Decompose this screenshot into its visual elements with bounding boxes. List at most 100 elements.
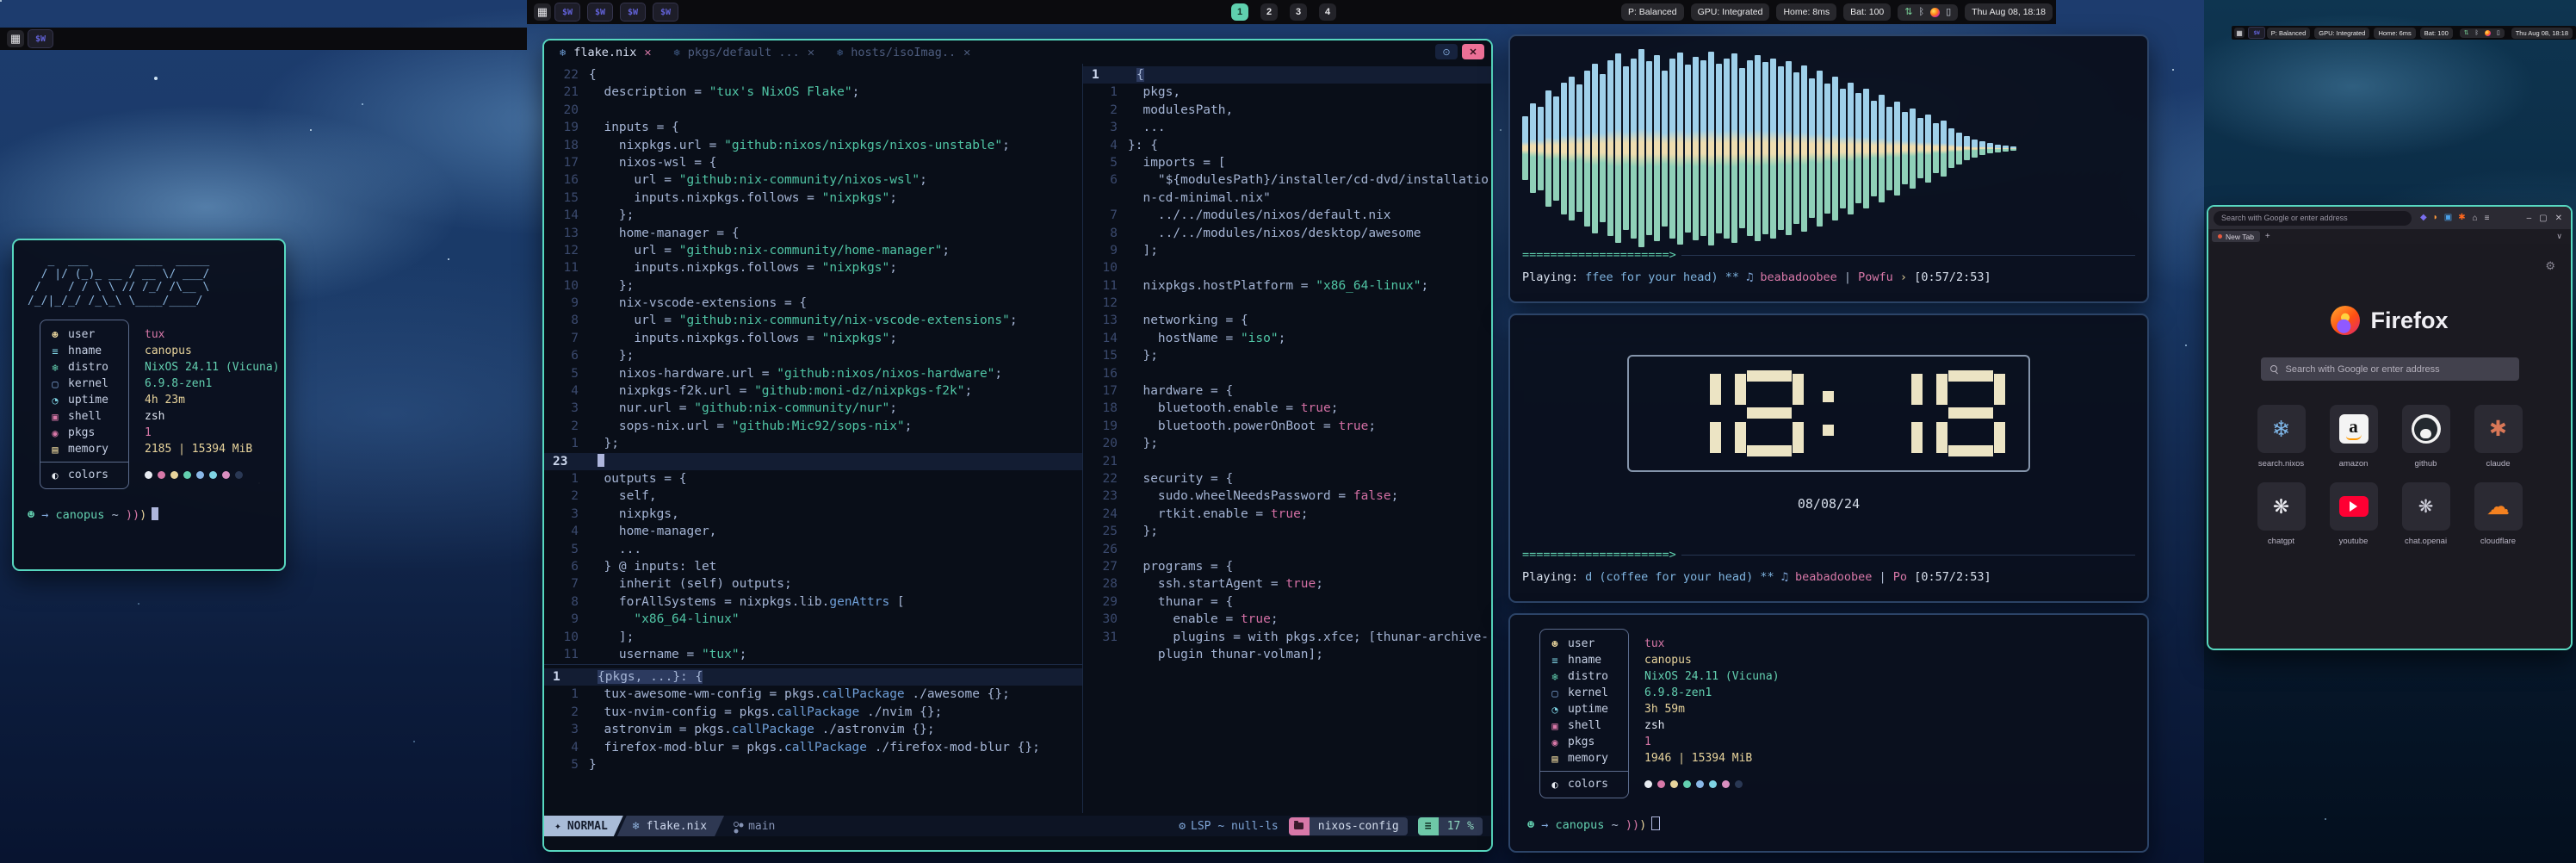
status-pill[interactable]: P: Balanced	[2267, 28, 2310, 39]
app-launcher-button[interactable]: ▦	[534, 3, 551, 21]
close-button[interactable]: ✕	[2555, 214, 2562, 223]
tab-new-tab[interactable]: New Tab	[2212, 231, 2260, 242]
tag-list: $W $W $W $W	[554, 3, 678, 22]
vim-icon: ✦	[554, 820, 561, 833]
speed-dial-claude[interactable]: ✱claude	[2474, 405, 2523, 469]
speed-dial-cloudflare[interactable]: ☁cloudflare	[2474, 482, 2523, 546]
tag-button[interactable]: $W	[620, 3, 646, 22]
code-text: username = "tux";	[589, 646, 746, 663]
hname-icon: ≡	[1549, 655, 1561, 667]
tray-icon[interactable]: ⇅	[2464, 30, 2469, 36]
shell-prompt[interactable]: ☻ → canopus ~ )))	[26, 507, 272, 522]
minimize-button[interactable]: –	[2527, 214, 2532, 223]
split-flake-nix[interactable]: 22{21 description = "tux's NixOS Flake";…	[544, 66, 1082, 663]
speed-dial-tile[interactable]: ❋	[2257, 482, 2306, 531]
speed-dial-amazon[interactable]: aamazon	[2330, 405, 2378, 469]
clock-window[interactable]: 08/08/24 =====================> Playing:…	[1508, 314, 2149, 603]
eye-toggle-button[interactable]: ⊙	[1435, 44, 1458, 59]
new-tab-button[interactable]: +	[2265, 232, 2270, 241]
segment	[1911, 374, 1923, 405]
status-pill[interactable]: Bat: 100	[2420, 28, 2453, 39]
tray-icon[interactable]: ▯	[1946, 8, 1951, 17]
neovim-editor-window[interactable]: ❄flake.nix✕ ❄pkgs/default ...✕ ❄hosts/isoI…	[542, 39, 1493, 852]
code-text: enable = true;	[1128, 611, 1279, 628]
buffer-tab[interactable]: ❄flake.nix✕	[560, 46, 652, 59]
clock-pill[interactable]: Thu Aug 08, 18:18	[1965, 3, 2053, 21]
tray-icon[interactable]: ᛒ	[2475, 30, 2479, 36]
extension-icon[interactable]: ◗	[2433, 214, 2438, 222]
system-tray[interactable]: ⇅ ᛒ ▯	[2460, 28, 2505, 38]
speed-dial-chat-openai[interactable]: ❋chat.openai	[2402, 482, 2450, 546]
tab-list-chevron-icon[interactable]: ∨	[2556, 232, 2567, 241]
workspace-button[interactable]: 1	[1231, 3, 1248, 21]
tray-icon[interactable]: ᛒ	[1919, 8, 1925, 17]
tab-close-icon[interactable]: ✕	[963, 46, 970, 59]
tab-close-icon[interactable]: ✕	[808, 46, 814, 59]
clock-pill[interactable]: Thu Aug 08, 18:18	[2511, 28, 2573, 39]
buffer-tab[interactable]: ❄pkgs/default ...✕	[674, 46, 814, 59]
status-pill[interactable]: Home: 6ms	[2374, 28, 2415, 39]
tray-icon[interactable]: ⇅	[1904, 8, 1912, 17]
terminal-fetch-window[interactable]: _ ___ ____ _____ / |/ (_)_ __ / __ \/ __…	[12, 239, 286, 571]
speed-dial-tile[interactable]: ✱	[2474, 405, 2523, 453]
workspace-button[interactable]: 2	[1260, 3, 1278, 21]
status-pill[interactable]: Home: 8ms	[1776, 3, 1836, 21]
code-line: 12	[1083, 295, 1491, 312]
split-pkgs-default[interactable]: 1{pkgs, ...}: {1 tux-awesome-wm-config =…	[544, 668, 1082, 773]
speed-dial-chatgpt[interactable]: ❋chatgpt	[2257, 482, 2306, 546]
speed-dial-tile[interactable]: a	[2330, 405, 2378, 453]
tag-button[interactable]: $W	[587, 3, 613, 22]
shell-prompt[interactable]: ☻ → canopus ~ )))	[1526, 816, 2132, 832]
horizontal-split-divider[interactable]	[544, 664, 1082, 665]
code-text: };	[1128, 435, 1158, 452]
window-controls: – ▢ ✕	[2527, 214, 2566, 223]
extension-icon[interactable]: ✱	[2458, 214, 2465, 222]
speed-dial-tile[interactable]: ❄	[2257, 405, 2306, 453]
speed-dial-github[interactable]: github	[2402, 405, 2450, 469]
extension-icon[interactable]: ◆	[2420, 214, 2427, 222]
segment	[1793, 422, 1804, 453]
workspace-button[interactable]: 4	[1319, 3, 1336, 21]
menu-icon[interactable]: ≡	[2485, 214, 2490, 223]
app-launcher-button[interactable]: ▦	[2234, 28, 2245, 38]
buffer-tab[interactable]: ❄hosts/isoImag..✕	[837, 46, 970, 59]
prompt-part: )	[126, 508, 133, 522]
workspace-button[interactable]: 3	[1290, 3, 1307, 21]
tab-close-icon[interactable]: ✕	[644, 46, 651, 59]
url-bar[interactable]: Search with Google or enter address	[2214, 211, 2412, 226]
status-pill[interactable]: GPU: Integrated	[2314, 28, 2369, 39]
terminal-fetch-window-2[interactable]: ☻user≡hname❄distro▢kernel◔uptime▣shell◉p…	[1508, 613, 2149, 853]
speed-dial-tile[interactable]	[2402, 405, 2450, 453]
speed-dial-tile[interactable]: ☁	[2474, 482, 2523, 531]
close-buffer-button[interactable]: ✕	[1462, 44, 1484, 59]
speed-dial-youtube[interactable]: youtube	[2330, 482, 2378, 546]
prompt-part: canopus	[1556, 818, 1605, 832]
speed-dial-tile[interactable]: ❋	[2402, 482, 2450, 531]
split-hosts-iso[interactable]: 1{1 pkgs,2 modulesPath,3 ...4}: {5 impor…	[1083, 66, 1491, 663]
firefox-window[interactable]: Search with Google or enter address ◆ ◗ ▣ ✱…	[2207, 205, 2573, 650]
fetch-value: 2185 | 15394 MiB	[145, 441, 280, 457]
system-tray[interactable]: ⇅ ᛒ ▯	[1898, 4, 1958, 21]
maximize-button[interactable]: ▢	[2539, 214, 2547, 223]
status-pill[interactable]: P: Balanced	[1621, 3, 1684, 21]
extension-icon[interactable]: ▣	[2444, 214, 2452, 222]
speed-dial-tile[interactable]	[2330, 482, 2378, 531]
line-number: 9	[544, 295, 589, 312]
speed-dial-search-nixos[interactable]: ❄search.nixos	[2257, 405, 2306, 469]
line-number: 31	[1083, 629, 1128, 646]
app-launcher-button[interactable]: ▦	[7, 30, 24, 47]
tag-button[interactable]: $W	[28, 29, 53, 48]
line-number: 22	[544, 66, 589, 84]
newtab-search-input[interactable]: Search with Google or enter address	[2261, 357, 2519, 381]
tag-button[interactable]: $W	[653, 3, 678, 22]
tag-button[interactable]: $W	[554, 3, 580, 22]
newtab-settings-gear-icon[interactable]: ⚙	[2545, 259, 2555, 273]
tray-icon[interactable]: ▯	[2497, 30, 2500, 36]
code-text: forAllSystems = nixpkgs.lib.genAttrs [	[589, 593, 905, 611]
status-pill[interactable]: Bat: 100	[1843, 3, 1891, 21]
cava-visualizer-window[interactable]: =====================> Playing: ffee for…	[1508, 34, 2149, 303]
status-pill[interactable]: GPU: Integrated	[1691, 3, 1770, 21]
home-icon[interactable]: ⌂	[2473, 214, 2478, 223]
tag-button[interactable]: $W	[2248, 27, 2265, 39]
code-line: 5 ...	[544, 541, 1082, 558]
